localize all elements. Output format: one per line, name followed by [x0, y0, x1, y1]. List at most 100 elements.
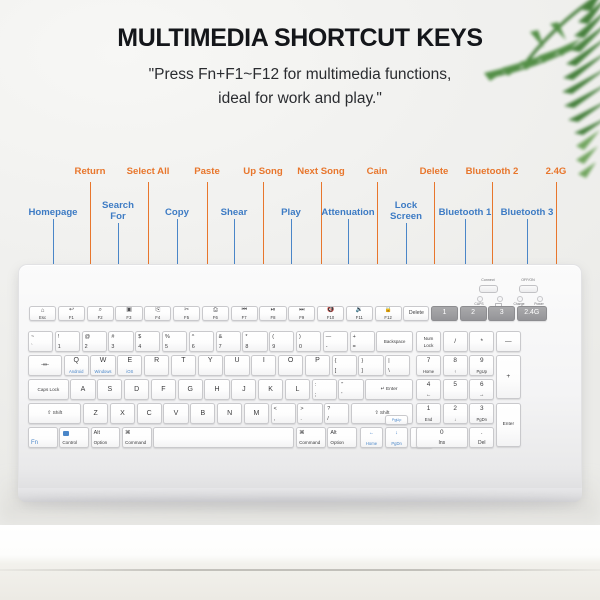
fn-key-f6[interactable]: ⎙ F6 [201, 306, 229, 321]
numpad-6-key[interactable]: 6 → [469, 379, 495, 400]
alt-option-key-left[interactable]: Alt Option [90, 427, 121, 448]
number-key-9[interactable]: (9 [269, 331, 295, 352]
command-key-right[interactable]: ⌘ Command [296, 427, 326, 448]
number-key-2[interactable]: @2 [81, 331, 107, 352]
letter-key-d[interactable]: D [124, 379, 150, 400]
letter-key-o[interactable]: O [278, 355, 304, 376]
number-key-8[interactable]: * 8 [242, 331, 268, 352]
letter-key-f[interactable]: F [150, 379, 176, 400]
number-key-6[interactable]: ^ 6 [188, 331, 214, 352]
numpad-2-key[interactable]: 2 ↓ [442, 403, 468, 424]
numpad-divide-key[interactable]: / [442, 331, 468, 352]
backslash-key[interactable]: | \ [385, 355, 411, 376]
number-key-5[interactable]: % 5 [162, 331, 188, 352]
semicolon-key[interactable]: :; [311, 379, 337, 400]
number-key-3[interactable]: #3 [108, 331, 134, 352]
number-key-backtick[interactable]: ~ ` [28, 331, 54, 352]
fn-key-bt3[interactable]: 3 [488, 306, 516, 321]
period-key[interactable]: >. [297, 403, 323, 424]
numpad-5-key[interactable]: 5 [442, 379, 468, 400]
numpad-enter-key[interactable]: Enter [495, 403, 521, 447]
arrow-down-key[interactable]: ↓ PgDn [384, 427, 409, 448]
slash-key[interactable]: ? / [324, 403, 350, 424]
number-key-0[interactable]: ) 0 [296, 331, 322, 352]
bracket-right-key[interactable]: }] [358, 355, 384, 376]
number-key-=[interactable]: + = [349, 331, 375, 352]
numlock-key[interactable]: Num Lock [416, 331, 442, 352]
numpad-3-key[interactable]: 3 PgDn [469, 403, 495, 424]
letter-key-l[interactable]: L [284, 379, 310, 400]
fn-key-f4[interactable]: ⎘ F4 [144, 306, 172, 321]
arrow-left-key[interactable]: ← Home [359, 427, 384, 448]
numpad-multiply-key[interactable]: * [469, 331, 495, 352]
letter-key-r[interactable]: R [144, 355, 170, 376]
fn-key-f11[interactable]: 🔉 F11 [345, 306, 373, 321]
letter-key-w[interactable]: W Windows [90, 355, 116, 376]
letter-key-p[interactable]: P [304, 355, 330, 376]
fn-key-f3[interactable]: ▣ F3 [115, 306, 143, 321]
number-key--[interactable]: — - [322, 331, 348, 352]
fn-key-f10[interactable]: 🔇 F10 [317, 306, 345, 321]
fn-key-bt1[interactable]: 1 [431, 306, 458, 321]
numpad-9-key[interactable]: 9 PgUp [469, 355, 495, 376]
numpad-1-key[interactable]: 1 End [416, 403, 442, 424]
alt-option-key-right[interactable]: Alt Option [327, 427, 358, 448]
letter-key-s[interactable]: S [97, 379, 123, 400]
caps-lock-key[interactable]: Caps Lock [28, 379, 69, 400]
numpad-plus-key[interactable]: + [495, 355, 521, 399]
bracket-left-key[interactable]: {[ [331, 355, 357, 376]
fn-key-f12[interactable]: 🔒 F12 [374, 306, 402, 321]
fn-key-bt2[interactable]: 2 [459, 306, 487, 321]
command-key-left[interactable]: ⌘ Command [122, 427, 152, 448]
numpad-8-key[interactable]: 8 ↑ [442, 355, 468, 376]
letter-key-v[interactable]: V [163, 403, 189, 424]
letter-key-j[interactable]: J [231, 379, 257, 400]
numpad-decimal-key[interactable]: . Del [469, 427, 495, 448]
subtitle-line-1: "Press Fn+F1~F12 for multimedia function… [148, 66, 452, 83]
letter-key-k[interactable]: K [258, 379, 284, 400]
letter-key-c[interactable]: C [136, 403, 162, 424]
numpad-minus-key[interactable]: — [495, 331, 521, 352]
arrow-up-key[interactable]: ↑ PgUp [384, 415, 409, 426]
fn-key-g24[interactable]: 2.4G [516, 306, 547, 321]
letter-key-z[interactable]: Z [83, 403, 109, 424]
number-key-7[interactable]: & 7 [215, 331, 241, 352]
letter-key-g[interactable]: G [177, 379, 203, 400]
letter-key-y[interactable]: Y [197, 355, 223, 376]
number-key-1[interactable]: ! 1 [54, 331, 80, 352]
left-shift-key[interactable]: ⇧ Shift [28, 403, 82, 424]
letter-key-q[interactable]: Q Android [63, 355, 89, 376]
subtitle-line-2: ideal for work and play." [218, 90, 382, 107]
fn-key-f8[interactable]: ⏯ F8 [259, 306, 287, 321]
fn-key-delete[interactable]: Delete [403, 306, 430, 321]
fn-key-esc[interactable]: ⌂ Esc [29, 306, 57, 321]
backspace-key[interactable]: Backspace [376, 331, 413, 352]
fn-key-f1[interactable]: ↩ F1 [57, 306, 85, 321]
letter-key-b[interactable]: B [190, 403, 216, 424]
comma-key[interactable]: <, [270, 403, 296, 424]
letter-key-e[interactable]: EiOS [117, 355, 143, 376]
letter-key-n[interactable]: N [217, 403, 243, 424]
fn-key[interactable]: Fn [28, 427, 58, 448]
fn-key-f2[interactable]: ⌕ F2 [86, 306, 114, 321]
letter-key-i[interactable]: I [251, 355, 277, 376]
letter-key-a[interactable]: A [70, 379, 96, 400]
quote-key[interactable]: " ' [338, 379, 364, 400]
numpad-7-key[interactable]: 7 Home [416, 355, 442, 376]
fn-key-f9[interactable]: ⏭ F9 [288, 306, 316, 321]
numpad-0-key[interactable]: 0 Ins [416, 427, 468, 448]
numpad-4-key[interactable]: 4 ← [416, 379, 442, 400]
spacebar[interactable] [153, 427, 295, 448]
fn-key-f5[interactable]: ✂ F5 [173, 306, 201, 321]
number-key-4[interactable]: $4 [135, 331, 161, 352]
letter-key-m[interactable]: M [243, 403, 269, 424]
enter-key[interactable]: ↵ Enter [365, 379, 413, 400]
letter-key-x[interactable]: X [109, 403, 135, 424]
letter-key-h[interactable]: H [204, 379, 230, 400]
letter-key-u[interactable]: U [224, 355, 250, 376]
fn-key-f7[interactable]: ⏮ F7 [230, 306, 258, 321]
tab-key[interactable]: ⇥⇤ [28, 355, 63, 376]
page-title: MULTIMEDIA SHORTCUT KEYS [117, 24, 483, 52]
letter-key-t[interactable]: T [170, 355, 196, 376]
control-key[interactable]: Control [59, 427, 90, 448]
